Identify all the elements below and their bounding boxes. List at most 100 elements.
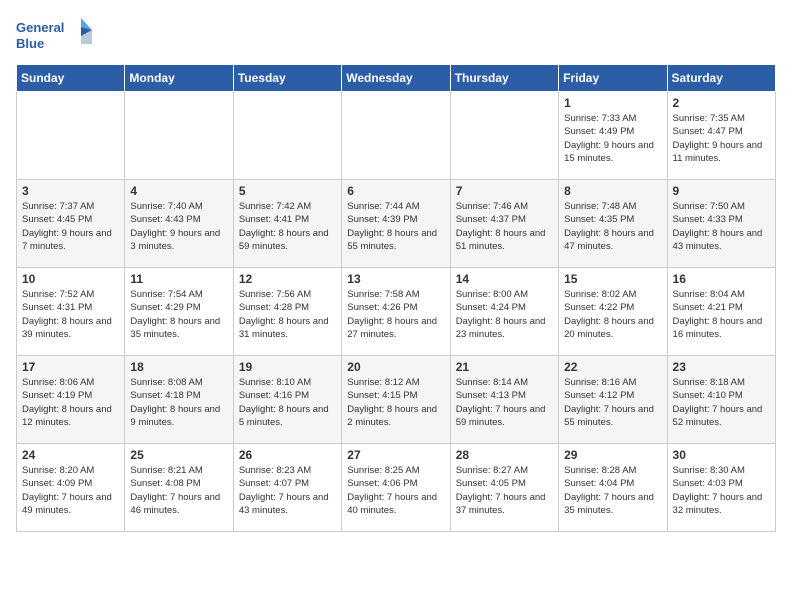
calendar-cell: 11Sunrise: 7:54 AM Sunset: 4:29 PM Dayli…: [125, 268, 233, 356]
cell-details: Sunrise: 8:16 AM Sunset: 4:12 PM Dayligh…: [564, 376, 661, 429]
day-number: 26: [239, 448, 336, 462]
day-number: 8: [564, 184, 661, 198]
day-number: 19: [239, 360, 336, 374]
day-number: 4: [130, 184, 227, 198]
day-number: 5: [239, 184, 336, 198]
cell-details: Sunrise: 8:10 AM Sunset: 4:16 PM Dayligh…: [239, 376, 336, 429]
day-number: 28: [456, 448, 553, 462]
calendar-cell: 6 Sunrise: 7:44 AM Sunset: 4:39 PM Daylig…: [342, 180, 450, 268]
day-number: 21: [456, 360, 553, 374]
calendar-cell: 1Sunrise: 7:33 AM Sunset: 4:49 PM Daylig…: [559, 92, 667, 180]
calendar-cell: 27 Sunrise: 8:25 AM Sunset: 4:06 PM Dayli…: [342, 444, 450, 532]
calendar-cell: 3Sunrise: 7:37 AM Sunset: 4:45 PM Daylig…: [17, 180, 125, 268]
day-number: 18: [130, 360, 227, 374]
calendar-cell: 23 Sunrise: 8:18 AM Sunset: 4:10 PM Dayli…: [667, 356, 775, 444]
weekday-header: Monday: [125, 65, 233, 92]
calendar-cell: 14 Sunrise: 8:00 AM Sunset: 4:24 PM Dayli…: [450, 268, 558, 356]
calendar-cell: 2 Sunrise: 7:35 AM Sunset: 4:47 PM Daylig…: [667, 92, 775, 180]
cell-details: Sunrise: 8:06 AM Sunset: 4:19 PM Dayligh…: [22, 376, 119, 429]
calendar-cell: 12 Sunrise: 7:56 AM Sunset: 4:28 PM Dayli…: [233, 268, 341, 356]
cell-details: Sunrise: 7:44 AM Sunset: 4:39 PM Dayligh…: [347, 200, 444, 253]
day-number: 13: [347, 272, 444, 286]
day-number: 3: [22, 184, 119, 198]
calendar-cell: 5 Sunrise: 7:42 AM Sunset: 4:41 PM Daylig…: [233, 180, 341, 268]
calendar-cell: 15 Sunrise: 8:02 AM Sunset: 4:22 PM Dayli…: [559, 268, 667, 356]
cell-details: Sunrise: 8:12 AM Sunset: 4:15 PM Dayligh…: [347, 376, 444, 429]
calendar-week-row: 24 Sunrise: 8:20 AM Sunset: 4:09 PM Dayli…: [17, 444, 776, 532]
calendar-cell: 10 Sunrise: 7:52 AM Sunset: 4:31 PM Dayli…: [17, 268, 125, 356]
cell-details: Sunrise: 7:48 AM Sunset: 4:35 PM Dayligh…: [564, 200, 661, 253]
cell-details: Sunrise: 8:20 AM Sunset: 4:09 PM Dayligh…: [22, 464, 119, 517]
calendar-cell: 24 Sunrise: 8:20 AM Sunset: 4:09 PM Dayli…: [17, 444, 125, 532]
svg-text:General: General: [16, 20, 64, 35]
cell-details: Sunrise: 8:27 AM Sunset: 4:05 PM Dayligh…: [456, 464, 553, 517]
calendar-cell: [342, 92, 450, 180]
calendar-week-row: 1Sunrise: 7:33 AM Sunset: 4:49 PM Daylig…: [17, 92, 776, 180]
calendar-cell: 25Sunrise: 8:21 AM Sunset: 4:08 PM Dayli…: [125, 444, 233, 532]
calendar-week-row: 3Sunrise: 7:37 AM Sunset: 4:45 PM Daylig…: [17, 180, 776, 268]
day-number: 10: [22, 272, 119, 286]
day-number: 22: [564, 360, 661, 374]
cell-details: Sunrise: 7:58 AM Sunset: 4:26 PM Dayligh…: [347, 288, 444, 341]
day-number: 7: [456, 184, 553, 198]
day-number: 12: [239, 272, 336, 286]
cell-details: Sunrise: 8:30 AM Sunset: 4:03 PM Dayligh…: [673, 464, 770, 517]
logo: General Blue: [16, 16, 96, 56]
day-number: 27: [347, 448, 444, 462]
calendar-cell: 17 Sunrise: 8:06 AM Sunset: 4:19 PM Dayli…: [17, 356, 125, 444]
day-number: 17: [22, 360, 119, 374]
day-number: 29: [564, 448, 661, 462]
weekday-header: Thursday: [450, 65, 558, 92]
cell-details: Sunrise: 8:28 AM Sunset: 4:04 PM Dayligh…: [564, 464, 661, 517]
day-number: 14: [456, 272, 553, 286]
calendar-cell: [17, 92, 125, 180]
calendar-cell: 9 Sunrise: 7:50 AM Sunset: 4:33 PM Daylig…: [667, 180, 775, 268]
calendar-cell: 13 Sunrise: 7:58 AM Sunset: 4:26 PM Dayli…: [342, 268, 450, 356]
cell-details: Sunrise: 8:18 AM Sunset: 4:10 PM Dayligh…: [673, 376, 770, 429]
logo-svg: General Blue: [16, 16, 96, 56]
cell-details: Sunrise: 8:21 AM Sunset: 4:08 PM Dayligh…: [130, 464, 227, 517]
calendar-cell: 21 Sunrise: 8:14 AM Sunset: 4:13 PM Dayli…: [450, 356, 558, 444]
calendar-cell: 22 Sunrise: 8:16 AM Sunset: 4:12 PM Dayli…: [559, 356, 667, 444]
cell-details: Sunrise: 7:56 AM Sunset: 4:28 PM Dayligh…: [239, 288, 336, 341]
calendar-cell: 26Sunrise: 8:23 AM Sunset: 4:07 PM Dayli…: [233, 444, 341, 532]
weekday-header: Sunday: [17, 65, 125, 92]
day-number: 1: [564, 96, 661, 110]
cell-details: Sunrise: 7:46 AM Sunset: 4:37 PM Dayligh…: [456, 200, 553, 253]
cell-details: Sunrise: 7:35 AM Sunset: 4:47 PM Dayligh…: [673, 112, 770, 165]
weekday-header: Saturday: [667, 65, 775, 92]
day-number: 20: [347, 360, 444, 374]
weekday-header: Friday: [559, 65, 667, 92]
cell-details: Sunrise: 8:04 AM Sunset: 4:21 PM Dayligh…: [673, 288, 770, 341]
calendar-header-row: SundayMondayTuesdayWednesdayThursdayFrid…: [17, 65, 776, 92]
day-number: 23: [673, 360, 770, 374]
calendar-cell: [450, 92, 558, 180]
weekday-header: Tuesday: [233, 65, 341, 92]
cell-details: Sunrise: 7:42 AM Sunset: 4:41 PM Dayligh…: [239, 200, 336, 253]
day-number: 24: [22, 448, 119, 462]
weekday-header: Wednesday: [342, 65, 450, 92]
cell-details: Sunrise: 8:00 AM Sunset: 4:24 PM Dayligh…: [456, 288, 553, 341]
calendar-cell: 19 Sunrise: 8:10 AM Sunset: 4:16 PM Dayli…: [233, 356, 341, 444]
day-number: 6: [347, 184, 444, 198]
page-header: General Blue: [16, 16, 776, 56]
day-number: 9: [673, 184, 770, 198]
calendar-cell: 29 Sunrise: 8:28 AM Sunset: 4:04 PM Dayli…: [559, 444, 667, 532]
calendar-cell: 4Sunrise: 7:40 AM Sunset: 4:43 PM Daylig…: [125, 180, 233, 268]
cell-details: Sunrise: 8:25 AM Sunset: 4:06 PM Dayligh…: [347, 464, 444, 517]
day-number: 15: [564, 272, 661, 286]
calendar-cell: [233, 92, 341, 180]
calendar-cell: 8 Sunrise: 7:48 AM Sunset: 4:35 PM Daylig…: [559, 180, 667, 268]
cell-details: Sunrise: 7:50 AM Sunset: 4:33 PM Dayligh…: [673, 200, 770, 253]
calendar-cell: 28 Sunrise: 8:27 AM Sunset: 4:05 PM Dayli…: [450, 444, 558, 532]
day-number: 2: [673, 96, 770, 110]
cell-details: Sunrise: 8:02 AM Sunset: 4:22 PM Dayligh…: [564, 288, 661, 341]
calendar-cell: 20 Sunrise: 8:12 AM Sunset: 4:15 PM Dayli…: [342, 356, 450, 444]
cell-details: Sunrise: 8:14 AM Sunset: 4:13 PM Dayligh…: [456, 376, 553, 429]
calendar-cell: [125, 92, 233, 180]
svg-text:Blue: Blue: [16, 36, 44, 51]
calendar-week-row: 10 Sunrise: 7:52 AM Sunset: 4:31 PM Dayli…: [17, 268, 776, 356]
cell-details: Sunrise: 7:54 AM Sunset: 4:29 PM Dayligh…: [130, 288, 227, 341]
calendar-week-row: 17 Sunrise: 8:06 AM Sunset: 4:19 PM Dayli…: [17, 356, 776, 444]
cell-details: Sunrise: 7:52 AM Sunset: 4:31 PM Dayligh…: [22, 288, 119, 341]
